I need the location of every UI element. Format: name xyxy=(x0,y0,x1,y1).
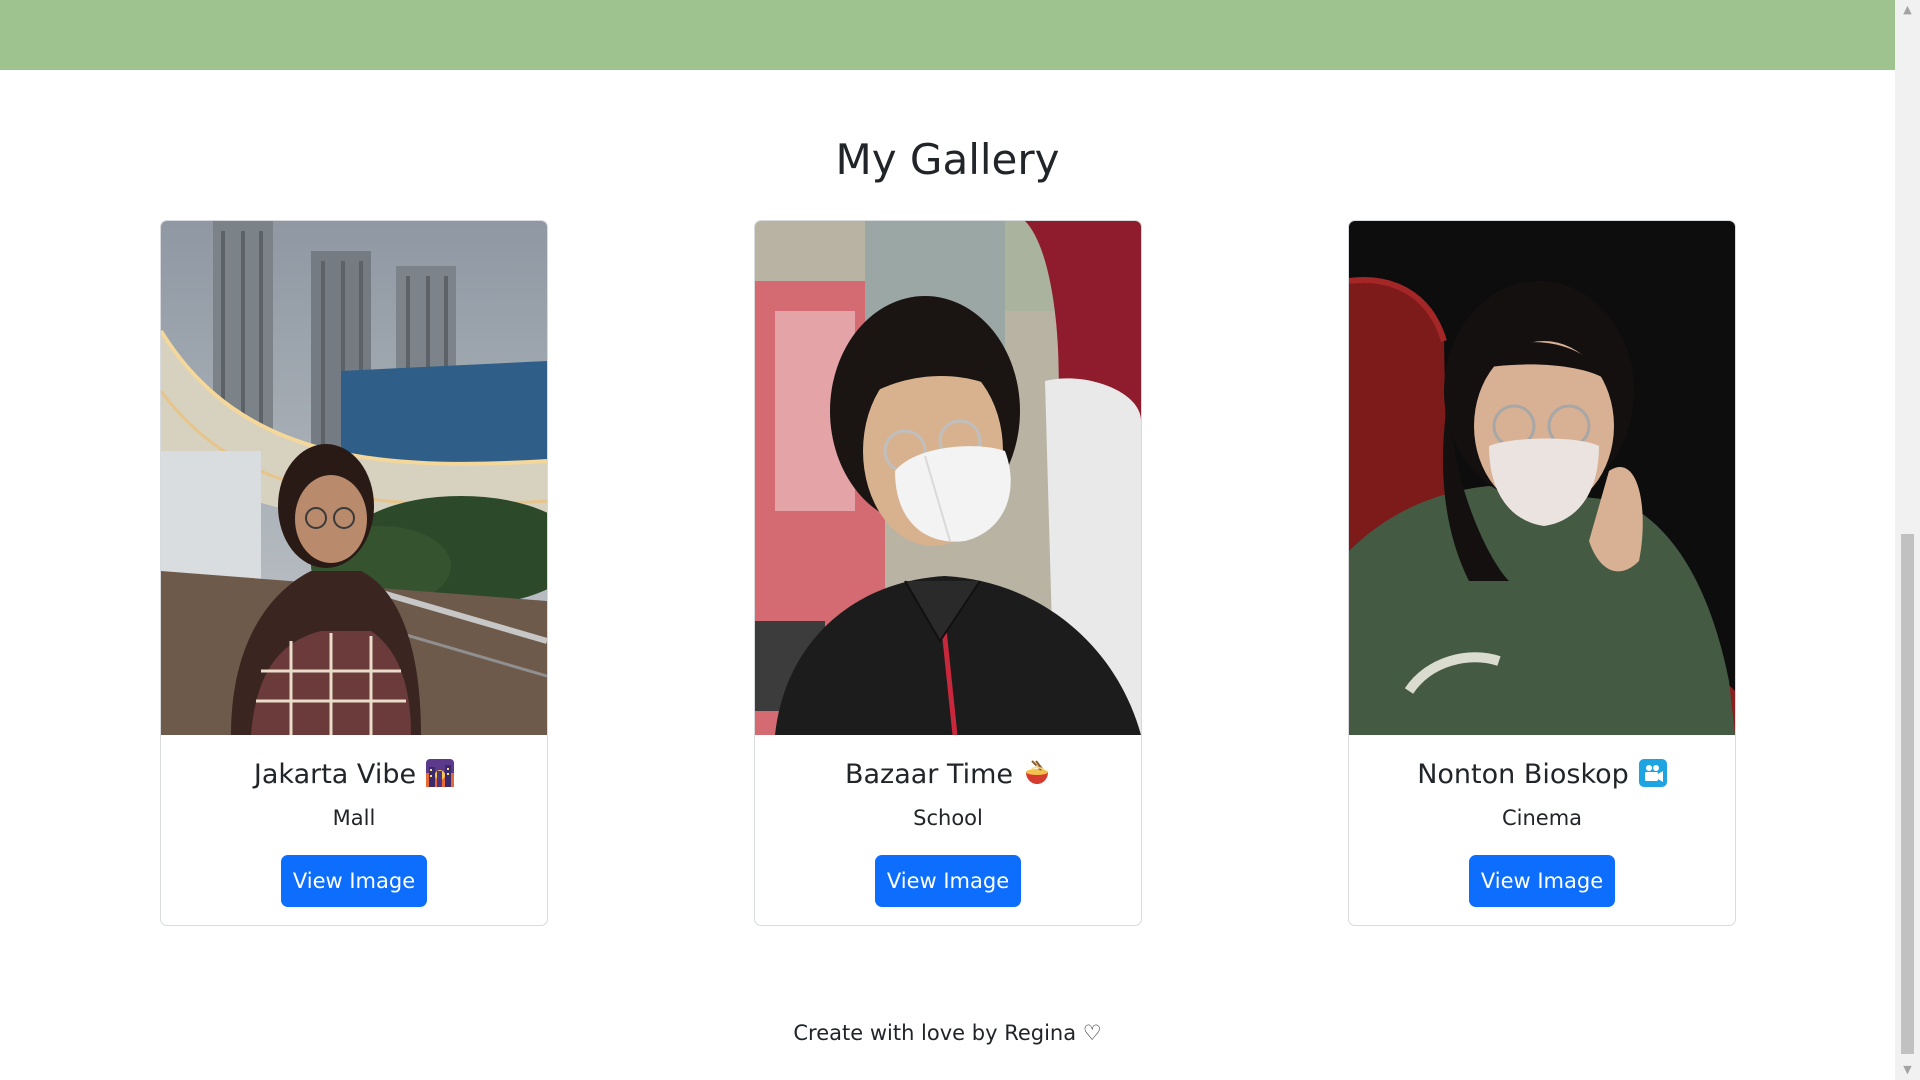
gallery-card: Jakarta Vibe Mall View Image xyxy=(160,220,548,926)
browser-viewport: My Gallery Jakarta Vibe Mall View Image … xyxy=(0,0,1920,1080)
gallery-card: Nonton Bioskop Cinema View Image xyxy=(1348,220,1736,926)
photo-bazaar-time xyxy=(755,221,1141,735)
noodle-bowl-icon xyxy=(1023,759,1051,787)
page: My Gallery Jakarta Vibe Mall View Image … xyxy=(0,0,1895,1080)
vertical-scrollbar[interactable]: ▲ ▼ xyxy=(1895,0,1920,1080)
scrollbar-thumb[interactable] xyxy=(1901,534,1914,1054)
card-title-text: Jakarta Vibe xyxy=(253,759,417,790)
card-subtitle: Cinema xyxy=(1501,806,1583,830)
view-image-button[interactable]: View Image xyxy=(1469,855,1615,907)
gallery-card: Bazaar Time School View Image xyxy=(754,220,1142,926)
scroll-down-arrow-icon[interactable]: ▼ xyxy=(1895,1060,1920,1080)
city-sunset-icon xyxy=(426,759,455,787)
card-title: Jakarta Vibe xyxy=(161,757,547,793)
gallery-photo xyxy=(755,221,1141,735)
gallery-photo xyxy=(161,221,547,735)
card-subtitle: Mall xyxy=(332,806,376,830)
photo-nonton-bioskop xyxy=(1349,221,1735,735)
gallery-photo xyxy=(1349,221,1735,735)
movie-camera-icon xyxy=(1638,759,1667,787)
card-title: Bazaar Time xyxy=(755,757,1141,793)
header-band xyxy=(0,0,1895,70)
view-image-button[interactable]: View Image xyxy=(281,855,427,907)
view-image-button[interactable]: View Image xyxy=(875,855,1021,907)
card-title-text: Bazaar Time xyxy=(844,759,1014,790)
footer-credit: Create with love by Regina ♡ xyxy=(793,1021,1102,1045)
photo-jakarta-vibe xyxy=(161,221,547,735)
card-title-text: Nonton Bioskop xyxy=(1417,759,1629,790)
page-title: My Gallery xyxy=(835,135,1060,184)
card-title: Nonton Bioskop xyxy=(1349,757,1735,793)
scroll-up-arrow-icon[interactable]: ▲ xyxy=(1895,0,1920,20)
card-subtitle: School xyxy=(913,806,983,830)
